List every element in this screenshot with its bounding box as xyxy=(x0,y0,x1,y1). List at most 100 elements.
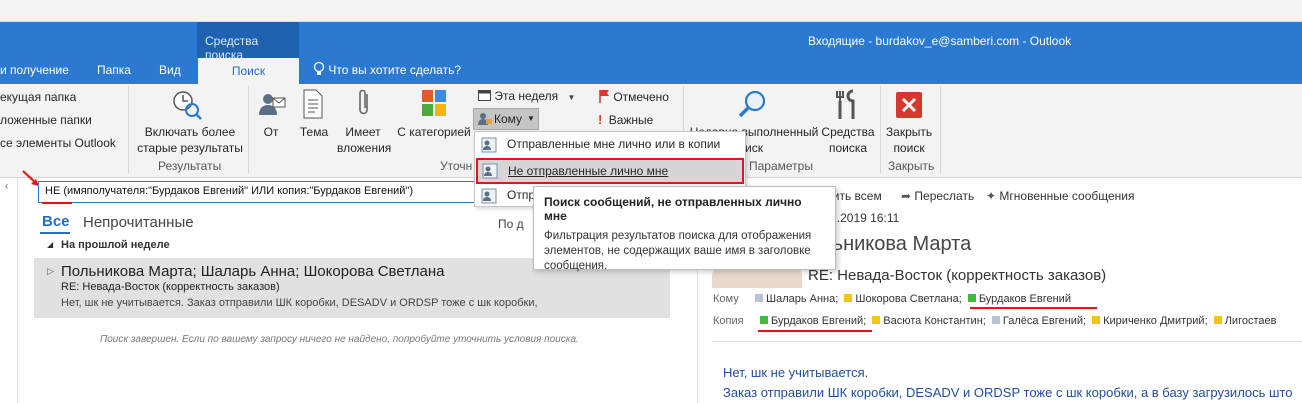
message-body-line: Заказ отправили ШК коробки, DESADV и ORD… xyxy=(723,385,1293,400)
search-tools-label-1: Средства xyxy=(821,125,875,139)
category-yellow xyxy=(1092,316,1101,324)
recipient-icon xyxy=(481,188,497,207)
close-search-button[interactable]: Закрыть поиск xyxy=(884,124,934,156)
message-body-line: Нет, шк не учитывается. xyxy=(723,365,869,380)
to-recipient[interactable]: Бурдаков Евгений xyxy=(979,293,1071,305)
scope-subfolders[interactable]: ложенные папки xyxy=(0,113,92,127)
annotation-underline xyxy=(970,307,1097,309)
cc-recipient[interactable]: Кириченко Дмитрий; xyxy=(1103,315,1208,327)
menu-item-label: Отправленные мне лично или в копии xyxy=(507,137,721,151)
include-older-button[interactable]: Включать более старые результаты xyxy=(135,124,245,156)
recipient-icon xyxy=(482,163,498,182)
from-button[interactable]: От xyxy=(260,124,282,140)
scope-all-outlook[interactable]: се элементы Outlook xyxy=(0,136,116,150)
scope-current-folder[interactable]: екущая папка xyxy=(0,90,76,104)
sender-name: льникова Марта xyxy=(821,233,972,255)
category-yellow xyxy=(844,294,853,302)
cc-recipient[interactable]: Лигостаев xyxy=(1225,315,1277,327)
cc-recipient[interactable]: Галёса Евгений; xyxy=(1003,315,1086,327)
window-title: Входящие - burdakov_e@samberi.com - Outl… xyxy=(808,34,1072,48)
to-recipient[interactable]: Шаларь Анна; xyxy=(766,293,838,305)
sort-by-date[interactable]: По д xyxy=(498,217,524,231)
lightbulb-icon xyxy=(313,61,325,75)
to-button[interactable]: Кому ▼ xyxy=(473,108,539,130)
tools-icon xyxy=(834,89,860,124)
forward-label: Переслать xyxy=(914,189,975,203)
include-older-icon xyxy=(170,88,204,125)
tab-search[interactable]: Поиск xyxy=(198,58,299,84)
separator xyxy=(248,86,249,174)
category-green xyxy=(760,316,768,324)
window-top-strip xyxy=(0,0,1302,22)
separator xyxy=(940,86,941,174)
paperclip-icon xyxy=(356,88,372,123)
recipient-icon xyxy=(481,137,497,156)
annotation-underline xyxy=(42,202,72,204)
close-search-label-2: поиск xyxy=(893,141,925,155)
menu-item-not-sent-to-me[interactable]: Не отправленные лично мне xyxy=(476,158,744,184)
reading-subject: RE: Невада-Восток (корректность заказов) xyxy=(808,267,1107,284)
category-green xyxy=(967,294,976,302)
filter-all[interactable]: Все xyxy=(42,213,70,230)
im-button[interactable]: ✦ Мгновенные сообщения xyxy=(986,189,1134,203)
include-older-label-2: старые результаты xyxy=(137,141,243,155)
annotation-underline xyxy=(758,330,872,332)
to-label: Кому xyxy=(494,112,523,126)
include-older-label-1: Включать более xyxy=(144,125,236,139)
search-input[interactable]: НЕ (имяполучателя:"Бурдаков Евгений" ИЛИ… xyxy=(38,181,532,203)
context-tab-group: Средства поиска xyxy=(197,22,299,62)
to-field-label: Кому xyxy=(713,293,739,305)
message-from: Польникова Марта; Шаларь Анна; Шокорова … xyxy=(61,263,445,280)
search-tools-button[interactable]: Средства поиска xyxy=(821,124,875,156)
filter-unread[interactable]: Непрочитанные xyxy=(83,214,194,231)
tell-me-box[interactable]: Что вы хотите сделать? xyxy=(313,61,461,77)
this-week-label: Эта неделя xyxy=(494,89,559,103)
to-recipient[interactable]: Шокорова Светлана; xyxy=(855,293,961,305)
tab-view[interactable]: Вид xyxy=(159,63,181,77)
categorized-icon xyxy=(421,89,447,120)
chevron-down-icon: ▼ xyxy=(567,93,576,102)
important-button[interactable]: ! Важные xyxy=(598,112,653,127)
has-attachments-button[interactable]: Имеет вложения xyxy=(337,124,391,156)
categorized-button[interactable]: С категорией xyxy=(396,124,472,140)
tooltip: Поиск сообщений, не отправленных лично м… xyxy=(533,186,836,272)
search-tools-label-2: поиска xyxy=(828,141,868,155)
message-subject: RE: Невада-Восток (корректность заказов) xyxy=(61,281,280,293)
chat-icon: ✦ xyxy=(986,189,997,203)
flagged-button[interactable]: Отмечено xyxy=(598,89,669,104)
collapse-triangle-icon[interactable]: ◢ xyxy=(47,240,53,249)
group-label-refine: Уточн xyxy=(440,159,473,173)
tab-folder[interactable]: Папка xyxy=(97,63,131,77)
to-recipients: Шаларь Анна; Шокорова Светлана; Бурдаков… xyxy=(752,293,1071,305)
group-label-results: Результаты xyxy=(158,159,222,173)
tooltip-title: Поиск сообщений, не отправленных лично м… xyxy=(544,195,802,223)
tab-send-receive[interactable]: и получение xyxy=(0,63,69,77)
ribbon-tabs-bar xyxy=(0,58,1302,84)
subject-button[interactable]: Тема xyxy=(296,124,332,140)
title-bar xyxy=(0,22,1302,58)
close-search-icon xyxy=(896,92,922,118)
header-divider xyxy=(712,341,1302,342)
separator xyxy=(880,86,881,174)
cc-recipients: Бурдаков Евгений; Васюта Константин; Гал… xyxy=(757,315,1276,327)
folder-pane-collapsed[interactable]: ‹ xyxy=(0,178,18,403)
chevron-left-icon[interactable]: ‹ xyxy=(5,181,8,192)
cc-recipient[interactable]: Васюта Константин; xyxy=(883,315,986,327)
tooltip-body: Фильтрация результатов поиска для отобра… xyxy=(544,230,812,272)
person-icon xyxy=(478,112,492,129)
recent-searches-icon xyxy=(737,88,769,123)
has-attachments-label-1: Имеет xyxy=(345,125,381,139)
this-week-button[interactable]: Эта неделя ▼ xyxy=(478,89,575,103)
category-gray xyxy=(755,294,763,302)
important-label: Важные xyxy=(608,113,654,127)
group-label-close: Закрыть xyxy=(888,159,935,173)
flagged-label: Отмечено xyxy=(613,90,669,104)
cc-field-label: Копия xyxy=(713,315,744,327)
cc-recipient[interactable]: Бурдаков Евгений; xyxy=(771,315,866,327)
forward-button[interactable]: ➦ Переслать xyxy=(901,189,974,203)
category-gray xyxy=(991,316,1000,324)
menu-item-sent-to-me[interactable]: Отправленные мне лично или в копии xyxy=(475,133,745,157)
expand-triangle-icon[interactable]: ▷ xyxy=(47,266,54,277)
im-label: Мгновенные сообщения xyxy=(999,189,1135,203)
category-yellow xyxy=(872,316,881,324)
